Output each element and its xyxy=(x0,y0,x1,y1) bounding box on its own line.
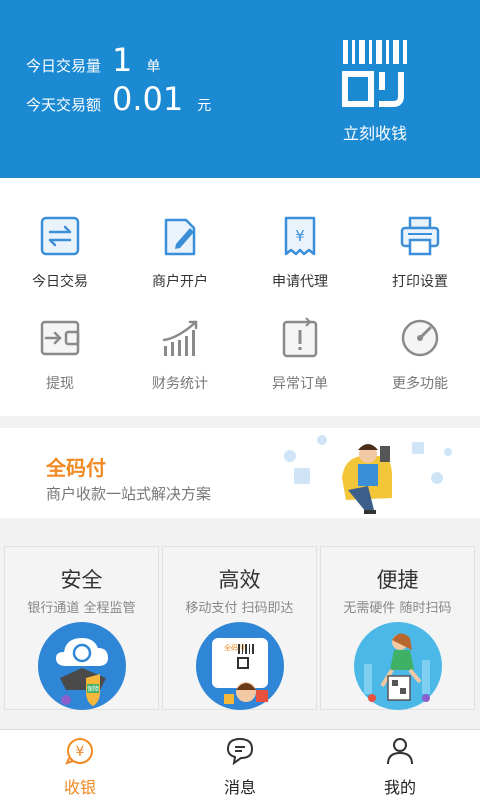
profile-icon xyxy=(387,738,413,765)
today-amount-unit: 元 xyxy=(197,98,212,114)
security-shield-illustration: 保障 xyxy=(37,622,126,710)
grid-item-today-trades[interactable]: 今日交易 xyxy=(0,214,120,314)
wallet-icon xyxy=(40,320,80,356)
today-count-label: 今日交易量 xyxy=(26,57,102,75)
feature-card-convenience: 便捷 无需硬件 随时扫码 xyxy=(320,546,475,710)
banner-illustration xyxy=(284,435,452,514)
today-count-row: 今日交易量 1 单 xyxy=(26,44,160,76)
feature-card-efficiency: 高效 移动支付 扫码即达 全码付 xyxy=(162,546,317,710)
feature-subtitle: 移动支付 扫码即达 xyxy=(185,601,294,616)
grid-label: 今日交易 xyxy=(32,274,88,290)
grid-item-more-functions[interactable]: 更多功能 xyxy=(360,316,480,416)
alert-order-icon xyxy=(282,317,318,358)
tab-label: 收银 xyxy=(63,778,96,797)
today-amount-value: 0.01 xyxy=(112,80,184,118)
tab-profile[interactable]: 我的 xyxy=(320,730,480,800)
grid-item-merchant-open[interactable]: 商户开户 xyxy=(120,214,240,314)
grid-item-finance-stats[interactable]: 财务统计 xyxy=(120,316,240,416)
collect-money-label: 立刻收钱 xyxy=(342,124,407,143)
today-amount-label: 今天交易额 xyxy=(26,96,102,114)
banner-title: 全码付 xyxy=(46,456,106,480)
grid-label: 申请代理 xyxy=(272,274,328,290)
tab-messages[interactable]: 消息 xyxy=(160,730,320,800)
feature-title: 便捷 xyxy=(376,568,419,592)
grid-label: 商户开户 xyxy=(152,274,208,290)
tab-label: 我的 xyxy=(383,778,416,797)
edit-document-icon xyxy=(164,218,196,256)
collect-money-button[interactable]: 立刻收钱 xyxy=(330,38,420,143)
mobile-pay-illustration: 全码付 xyxy=(195,622,284,710)
bar-chart-icon xyxy=(162,320,198,356)
grid-label: 提现 xyxy=(46,376,74,392)
today-amount-row: 今天交易额 0.01 元 xyxy=(26,83,211,115)
grid-item-apply-agent[interactable]: ¥ 申请代理 xyxy=(240,214,360,314)
feature-card-security: 安全 银行通道 全程监管 保障 xyxy=(4,546,159,710)
today-count-value: 1 xyxy=(112,41,133,79)
tab-label: 消息 xyxy=(223,778,256,797)
banner-subtitle: 商户收款一站式解决方案 xyxy=(46,485,212,503)
cashier-yen-icon: ¥ xyxy=(65,738,93,765)
tab-cashier[interactable]: ¥ 收银 xyxy=(0,730,160,800)
summary-header: 今日交易量 1 单 今天交易额 0.01 元 立刻收钱 xyxy=(0,0,480,178)
today-count-unit: 单 xyxy=(146,59,161,75)
svg-text:¥: ¥ xyxy=(295,227,305,245)
grid-item-abnormal-orders[interactable]: 异常订单 xyxy=(240,316,360,416)
grid-item-print-settings[interactable]: 打印设置 xyxy=(360,214,480,314)
scan-anytime-illustration xyxy=(353,622,442,710)
feature-subtitle: 银行通道 全程监管 xyxy=(27,601,136,616)
feature-cards: 安全 银行通道 全程监管 保障 高效 移动支付 扫码即达 全码付 便捷 无需硬件… xyxy=(0,546,480,710)
printer-icon xyxy=(400,216,440,256)
more-dial-icon xyxy=(401,319,439,357)
bottom-tab-bar: ¥ 收银 消息 我的 xyxy=(0,729,480,800)
qr-scan-icon xyxy=(342,40,407,107)
feature-badge-label: 保障 xyxy=(86,685,98,693)
grid-label: 异常订单 xyxy=(272,376,328,392)
grid-label: 更多功能 xyxy=(392,376,448,392)
grid-item-withdraw[interactable]: 提现 xyxy=(0,316,120,416)
grid-label: 财务统计 xyxy=(152,376,208,392)
feature-subtitle: 无需硬件 随时扫码 xyxy=(343,601,452,616)
feature-phone-label: 全码付 xyxy=(224,643,245,652)
message-icon xyxy=(226,737,254,766)
feature-title: 高效 xyxy=(218,568,261,592)
exchange-icon xyxy=(40,216,80,256)
grid-label: 打印设置 xyxy=(392,274,448,290)
quanmafu-banner[interactable]: 全码付 商户收款一站式解决方案 xyxy=(0,428,480,518)
svg-text:¥: ¥ xyxy=(76,744,85,760)
feature-title: 安全 xyxy=(60,568,103,592)
receipt-yen-icon: ¥ xyxy=(284,216,316,256)
function-grid: 今日交易 商户开户 ¥ 申请代理 打印设置 提现 财务统计 异常订单 更多功能 xyxy=(0,178,480,416)
